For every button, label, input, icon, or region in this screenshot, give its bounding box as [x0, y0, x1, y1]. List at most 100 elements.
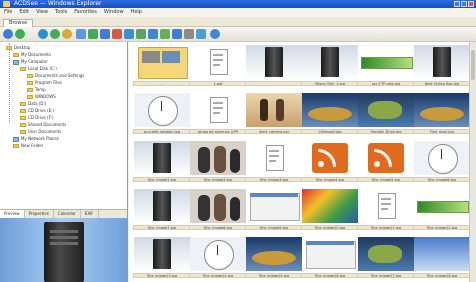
tree-item-label: Desktop — [14, 45, 31, 50]
thumbnail-item[interactable]: fine_image3.jpg — [243, 141, 305, 186]
menu-edit[interactable]: Edit — [19, 8, 29, 17]
folder-icon — [20, 130, 26, 134]
email-icon[interactable] — [172, 29, 182, 39]
tree-item[interactable]: Program Files — [27, 80, 62, 86]
thumbnail-image — [134, 237, 190, 271]
menu-favorites[interactable]: Favorites — [74, 8, 97, 17]
thumbnail-item[interactable]: Best Online Box.jpg — [411, 45, 473, 90]
window-controls — [454, 1, 474, 7]
slideshow-icon[interactable] — [136, 29, 146, 39]
tree-item[interactable]: My Network Places — [13, 136, 59, 142]
thumbnail-item[interactable]: fine_image15.jpg — [243, 237, 305, 282]
menu-tools[interactable]: Tools — [55, 8, 67, 17]
thumbnail-item[interactable]: fine_image18.jpg — [411, 237, 473, 282]
burn-icon[interactable] — [196, 29, 206, 39]
tree-item[interactable]: Desktop — [6, 45, 31, 51]
thumbnail-item[interactable]: Fine_pixel.jpg — [411, 93, 473, 138]
thumbnail-item[interactable]: fine_image1.jpg — [131, 141, 193, 186]
thumbnail-item[interactable]: fine_image6.jpg — [411, 141, 473, 186]
maximize-button[interactable] — [461, 1, 467, 7]
thumbnail-image — [358, 93, 414, 127]
tree-item[interactable]: My Documents — [13, 52, 51, 58]
thumbnail-item[interactable] — [243, 45, 305, 90]
thumbnail-item[interactable]: .. — [131, 45, 193, 90]
menu-bar: File Edit View Tools Favorites Window He… — [0, 8, 476, 17]
thumbnail-item[interactable]: fine_image14.jpg — [187, 237, 249, 282]
back-icon[interactable] — [3, 29, 13, 39]
menu-view[interactable]: View — [36, 8, 48, 17]
thumbnail-item[interactable]: fine_image12.jpg — [411, 189, 473, 234]
tree-item[interactable]: WINDOWS — [27, 94, 56, 100]
thumbnail-item[interactable]: 1.pdf — [187, 45, 249, 90]
tree-item[interactable]: Documents and Settings — [27, 73, 84, 79]
up-icon[interactable] — [38, 29, 48, 39]
thumbnail-item[interactable]: fine_image2.jpg — [187, 141, 249, 186]
folder-icon — [20, 67, 26, 71]
refresh-icon[interactable] — [50, 29, 60, 39]
thumbnail-item[interactable]: grupo de alumnos 4.PP — [187, 93, 249, 138]
tree-item[interactable]: CD Drive (F:) — [20, 115, 54, 121]
tree-item[interactable]: User Documents — [20, 129, 61, 135]
thumbnail-item[interactable]: fine_image4.jpg — [299, 141, 361, 186]
home-icon[interactable] — [62, 29, 72, 39]
view-icon[interactable] — [76, 29, 86, 39]
tree-item[interactable]: Data (D:) — [20, 101, 46, 107]
thumbnail-item[interactable]: fine_image16.jpg — [299, 237, 361, 282]
tree-item[interactable]: My Computer — [13, 59, 48, 65]
close-button[interactable] — [468, 1, 474, 7]
tab-properties[interactable]: Properties — [25, 210, 54, 218]
menu-help[interactable]: Help — [131, 8, 142, 17]
tree-item[interactable]: CD Drive (E:) — [20, 108, 54, 114]
folder-icon — [20, 102, 26, 106]
tab-preview[interactable]: Preview — [0, 210, 25, 218]
sort-icon[interactable] — [100, 29, 110, 39]
thumbnail-item[interactable]: fine_image10.jpg — [299, 189, 361, 234]
tree-item[interactable]: New Folder — [13, 143, 43, 149]
filter-icon[interactable] — [88, 29, 98, 39]
thumbnail-item[interactable]: acc-FTP-rota.jpg — [355, 45, 417, 90]
tree-item-label: My Network Places — [21, 136, 59, 141]
thumbnail-item[interactable]: fine_image17.jpg — [355, 237, 417, 282]
folder-tree: Desktop My Documents My Computer Local Disk… — [2, 43, 126, 205]
folders-pane: Desktop My Documents My Computer Local Disk… — [0, 42, 128, 282]
minimize-button[interactable] — [454, 1, 460, 7]
thumbnail-item[interactable]: fine_image7.jpg — [131, 189, 193, 234]
thumbnail-caption: fine_image14.jpg — [189, 273, 247, 278]
computer-icon — [13, 136, 19, 142]
tree-item-label: New Folder — [21, 143, 44, 148]
thumbnail-item[interactable]: fine_image9.jpg — [243, 189, 305, 234]
tab-calendar[interactable]: Calendar — [54, 210, 81, 218]
thumbnail-item[interactable]: fine_image5.jpg — [355, 141, 417, 186]
forward-icon[interactable] — [15, 29, 25, 39]
tree-item[interactable]: Temp — [27, 87, 46, 93]
tree-item[interactable]: Shared Documents — [20, 122, 66, 128]
thumbnail-item[interactable]: Miami_Dim_1.jpg — [299, 45, 361, 90]
thumbnail-item[interactable]: fine_image11.jpg — [355, 189, 417, 234]
thumbnail-image — [414, 189, 470, 223]
menu-file[interactable]: File — [4, 8, 12, 17]
tab-exif[interactable]: EXIF — [81, 210, 99, 218]
edit-icon[interactable] — [148, 29, 158, 39]
thumbnail-image — [134, 45, 190, 79]
thumbnail-caption: fine_image1.jpg — [133, 177, 191, 182]
thumbnail-item[interactable]: CMjessell.jpg — [299, 93, 361, 138]
thumbnail-caption: fine_image17.jpg — [357, 273, 415, 278]
thumbnail-item[interactable]: fine_image8.jpg — [187, 189, 249, 234]
thumbnail-icon[interactable] — [124, 29, 134, 39]
thumbnail-item[interactable]: fine_image13.jpg — [131, 237, 193, 282]
help-icon[interactable] — [210, 29, 220, 39]
thumbnail-image — [246, 45, 302, 79]
thumbnail-image — [302, 93, 358, 127]
tree-item[interactable]: Local Disk (C:) — [20, 66, 57, 72]
thumbnail-item[interactable]: firmdell_Drive.jpg — [355, 93, 417, 138]
thumbnail-item[interactable]: ar-cutlet-rotation.jpg — [131, 93, 193, 138]
thumbnail-item[interactable]: alert_camera.jpg — [243, 93, 305, 138]
share-icon[interactable] — [184, 29, 194, 39]
tab-browse[interactable]: Browse — [3, 19, 34, 27]
select-icon[interactable] — [112, 29, 122, 39]
thumbnail-caption: fine_image5.jpg — [357, 177, 415, 182]
scroll-thumb[interactable] — [471, 50, 475, 80]
menu-window[interactable]: Window — [104, 8, 124, 17]
print-icon[interactable] — [160, 29, 170, 39]
vertical-scrollbar[interactable] — [469, 42, 476, 282]
